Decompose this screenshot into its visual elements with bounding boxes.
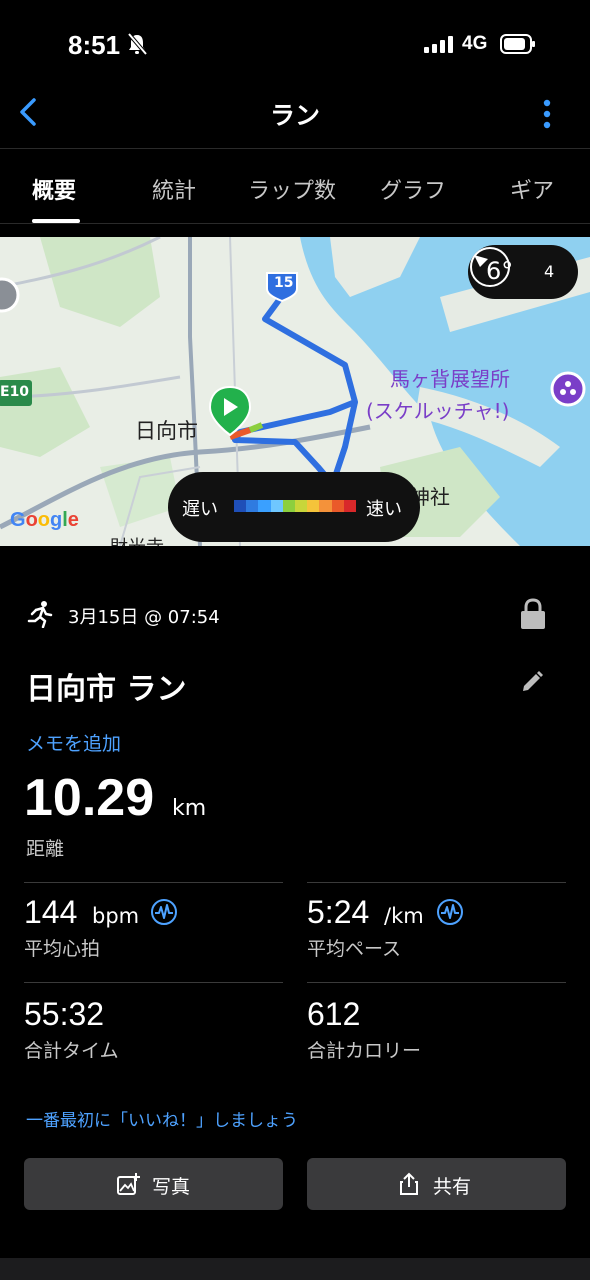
status-bar: 8:51 4G: [0, 0, 590, 90]
share-label: 共有: [433, 1176, 472, 1198]
map-bottom-label: 財光寺: [110, 533, 164, 546]
speed-scale-segment: [246, 500, 259, 512]
speed-color-scale: [234, 500, 357, 512]
battery-icon: [500, 34, 535, 54]
speed-fast-label: 速い: [366, 499, 402, 520]
network-type: 4G: [462, 33, 488, 54]
tab-laps[interactable]: ラップ数: [248, 173, 336, 205]
poi-label[interactable]: 馬ヶ背展望所: [390, 365, 510, 393]
total-time-label: 合計タイム: [24, 1040, 119, 1062]
speed-slow-label: 遅い: [182, 499, 218, 520]
activity-title: 日向市 ラン: [26, 672, 187, 707]
heart-rate-graph-icon[interactable]: [150, 898, 178, 926]
speed-legend: 遅い 速い: [168, 472, 420, 542]
route-map[interactable]: 15 E10 日向市 馬ヶ背展望所 (スケルッチャ!) 神社 財光寺 6° 4 …: [0, 237, 590, 546]
distance-label: 距離: [26, 838, 65, 860]
bell-muted-icon: [127, 32, 148, 56]
poi-sublabel[interactable]: (スケルッチャ!): [366, 397, 509, 425]
tab-overview[interactable]: 概要: [32, 173, 76, 205]
speed-scale-segment: [319, 500, 332, 512]
route-badge-label: 15: [274, 275, 294, 291]
speed-scale-segment: [282, 500, 296, 512]
calories-value: 612: [307, 996, 361, 1032]
tab-gear[interactable]: ギア: [510, 173, 554, 205]
running-icon: [27, 601, 53, 628]
wind-direction-icon: [470, 247, 510, 287]
more-options-icon[interactable]: [536, 98, 558, 130]
tab-graph[interactable]: グラフ: [380, 173, 446, 205]
road-label: E10: [0, 384, 30, 400]
tab-bar: 概要 統計 ラップ数 グラフ ギア: [0, 148, 590, 224]
divider: [24, 982, 283, 983]
nav-bar: ラン: [0, 80, 590, 144]
divider: [307, 882, 566, 883]
heart-rate-unit: bpm: [92, 904, 140, 928]
distance-value: 10.29: [24, 769, 155, 827]
share-icon: [400, 1172, 418, 1195]
speed-scale-segment: [343, 500, 357, 512]
divider: [24, 882, 283, 883]
share-button[interactable]: 共有: [307, 1158, 566, 1210]
active-tab-indicator: [32, 219, 80, 223]
speed-scale-segment: [234, 500, 247, 512]
pace-unit: /km: [384, 904, 424, 928]
heart-rate-value: 144: [24, 894, 78, 930]
weather-badge: 6° 4: [468, 245, 578, 299]
heart-rate-label: 平均心拍: [24, 938, 101, 960]
activity-date: 3月15日 @ 07:54: [68, 607, 220, 628]
add-photo-label: 写真: [152, 1176, 191, 1198]
bottom-bar: [0, 1258, 590, 1280]
divider: [307, 982, 566, 983]
google-attribution: Google: [10, 509, 79, 531]
speed-scale-segment: [331, 500, 344, 512]
calories-label: 合計カロリー: [307, 1040, 422, 1062]
tab-stats[interactable]: 統計: [152, 173, 196, 205]
signal-icon: [424, 36, 453, 53]
pencil-edit-icon[interactable]: [520, 670, 544, 694]
total-time-value: 55:32: [24, 996, 105, 1032]
add-photo-button[interactable]: 写真: [24, 1158, 283, 1210]
distance-unit: km: [172, 796, 207, 821]
page-title: ラン: [269, 101, 320, 130]
speed-scale-segment: [258, 500, 271, 512]
add-memo-link[interactable]: メモを追加: [26, 729, 121, 756]
speed-scale-segment: [307, 500, 320, 512]
pace-value: 5:24: [307, 894, 370, 930]
lock-icon[interactable]: [520, 598, 546, 630]
wind-speed: 4: [544, 262, 555, 281]
pace-graph-icon[interactable]: [436, 898, 464, 926]
speed-scale-segment: [270, 500, 283, 512]
like-prompt-link[interactable]: 一番最初に「いいね！」しましょう: [26, 1106, 298, 1131]
speed-scale-segment: [295, 500, 308, 512]
add-photo-icon: [117, 1173, 140, 1195]
city-label: 日向市: [135, 419, 198, 443]
pace-label: 平均ペース: [307, 938, 402, 960]
status-time: 8:51: [68, 30, 121, 60]
